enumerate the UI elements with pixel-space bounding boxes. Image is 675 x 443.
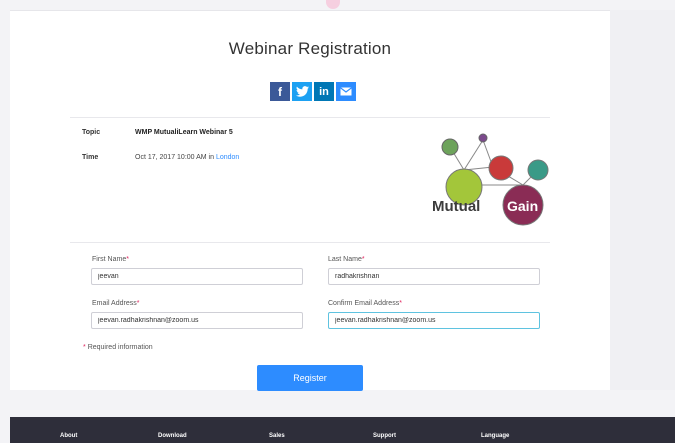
logo-circle-red xyxy=(488,155,514,181)
first-name-label-text: First Name xyxy=(92,256,127,263)
email-label: Email Address* xyxy=(92,300,139,307)
footer-link-about[interactable]: About xyxy=(60,433,77,439)
required-marker: * xyxy=(83,344,86,351)
page-title: Webinar Registration xyxy=(228,39,392,58)
footer: About Download Sales Support Language xyxy=(10,417,675,443)
linkedin-icon[interactable]: in xyxy=(314,82,334,101)
timezone-link[interactable]: London xyxy=(216,154,239,161)
divider-top xyxy=(70,117,550,118)
time-value: Oct 17, 2017 10:00 AM in London xyxy=(135,154,239,161)
last-name-label-text: Last Name xyxy=(328,256,362,263)
logo-circle-teal xyxy=(527,159,549,181)
topic-label: Topic xyxy=(82,129,101,136)
last-name-input[interactable] xyxy=(328,268,540,285)
registration-card: Webinar Registration f in Topic WMP Mutu… xyxy=(10,10,610,391)
divider-bottom xyxy=(70,242,550,243)
email-share-icon[interactable] xyxy=(336,82,356,101)
required-note: * Required information xyxy=(83,344,153,351)
share-buttons: f in xyxy=(270,82,356,101)
logo-circle-small-green xyxy=(441,138,459,156)
topic-value: WMP MutualiLearn Webinar 5 xyxy=(135,129,233,136)
first-name-input[interactable] xyxy=(91,268,303,285)
facebook-icon[interactable]: f xyxy=(270,82,290,101)
footer-link-sales[interactable]: Sales xyxy=(269,433,285,439)
confirm-email-input[interactable] xyxy=(328,312,540,329)
envelope-glyph xyxy=(340,87,352,96)
required-marker: * xyxy=(361,256,365,263)
logo-text-mutual: Mutual xyxy=(432,198,480,215)
footer-link-support[interactable]: Support xyxy=(373,433,396,439)
logo-text-gain: Gain xyxy=(507,198,538,214)
twitter-icon[interactable] xyxy=(292,82,312,101)
required-marker: * xyxy=(136,300,140,307)
time-label: Time xyxy=(82,154,99,161)
footer-link-language[interactable]: Language xyxy=(481,433,509,439)
mutual-gain-logo: Mutual Gain xyxy=(432,133,549,226)
footer-link-download[interactable]: Download xyxy=(158,433,187,439)
confirm-email-label-text: Confirm Email Address xyxy=(328,300,400,307)
required-marker: * xyxy=(126,256,129,263)
twitter-bird-glyph xyxy=(295,86,309,97)
last-name-label: Last Name* xyxy=(328,256,365,263)
email-label-text: Email Address xyxy=(92,300,137,307)
register-button[interactable]: Register xyxy=(257,365,363,391)
confirm-email-label: Confirm Email Address* xyxy=(328,300,402,307)
right-side-panel xyxy=(610,10,675,390)
first-name-label: First Name* xyxy=(92,256,129,263)
required-note-text: Required information xyxy=(87,344,153,351)
time-text: Oct 17, 2017 10:00 AM in xyxy=(135,154,216,161)
email-input[interactable] xyxy=(91,312,303,329)
logo-circle-small-purple xyxy=(478,133,488,143)
required-marker: * xyxy=(399,300,402,307)
